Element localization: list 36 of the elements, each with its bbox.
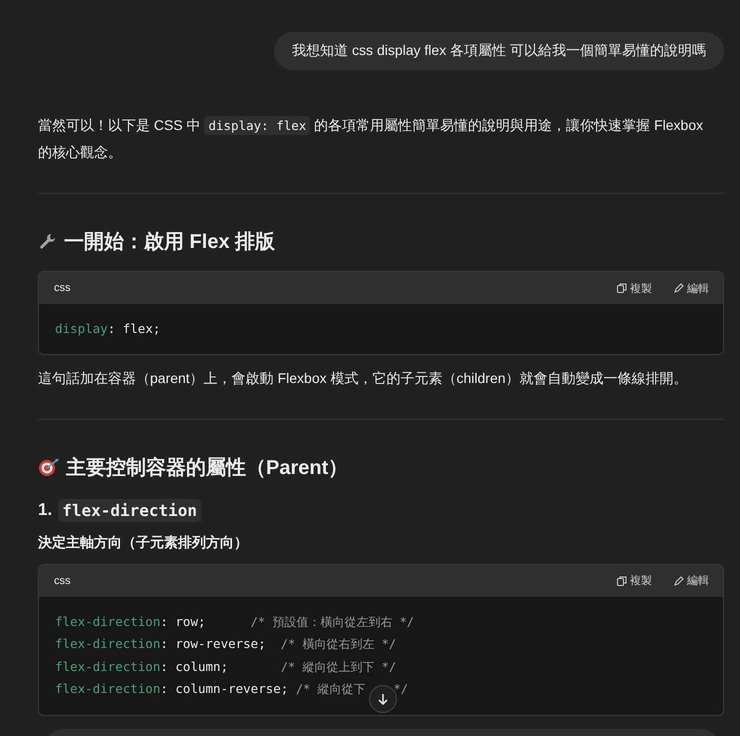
copy-icon [617,283,627,293]
item-number: 1. [38,500,52,520]
code-value: : flex; [108,321,160,336]
code-property: flex-direction [55,681,160,696]
user-message: 我想知道 css display flex 各項屬性 可以給我一個簡單易懂的說明嗎 [274,32,724,70]
copy-icon [617,576,627,586]
arrow-down-icon [376,692,390,706]
pen-icon [674,283,684,293]
intro-paragraph: 當然可以！以下是 CSS 中 display: flex 的各項常用屬性簡單易懂的說明與用途，讓你快速掌握 Flexbox 的核心觀念。 [38,115,704,162]
code-property: display [55,321,108,336]
section-heading: 主要控制容器的屬性（Parent） [66,456,348,480]
pen-icon [674,576,684,586]
target-icon [38,457,60,477]
code-value: : row; [160,614,207,628]
code-comment: /* 橫向從右到左 */ [280,637,396,651]
code-comment: /* 縱向從上到下 */ [280,660,396,674]
wrench-icon [38,232,58,252]
code-value: : row-reverse; [160,636,267,651]
edit-button[interactable]: 編輯 [674,280,709,296]
code-language: css [54,282,70,294]
paragraph: 這句話加在容器（parent）上，會啟動 Flexbox 模式，它的子元素（children）就會自動變成一條線排開。 [38,368,689,388]
code-language: css [54,574,70,586]
copy-button[interactable]: 複製 [617,280,652,296]
code-comment: /* 預設值：橫向從左到右 */ [250,614,414,628]
property-name: flex-direction [58,498,202,522]
code-property: flex-direction [55,636,160,651]
code-property: flex-direction [55,614,160,628]
code-comment: */ [394,682,408,696]
description-label: 決定主軸方向（子元素排列方向） [38,534,249,552]
code-property: flex-direction [55,658,160,674]
code-value: : column; [160,658,230,674]
section-heading: 一開始：啟用 Flex 排版 [64,230,276,255]
code-value: : column-reverse; [160,681,290,696]
copy-button[interactable]: 複製 [617,573,652,588]
code-comment: /* 縱向從下 [296,682,366,696]
edit-button[interactable]: 編輯 [674,573,709,588]
